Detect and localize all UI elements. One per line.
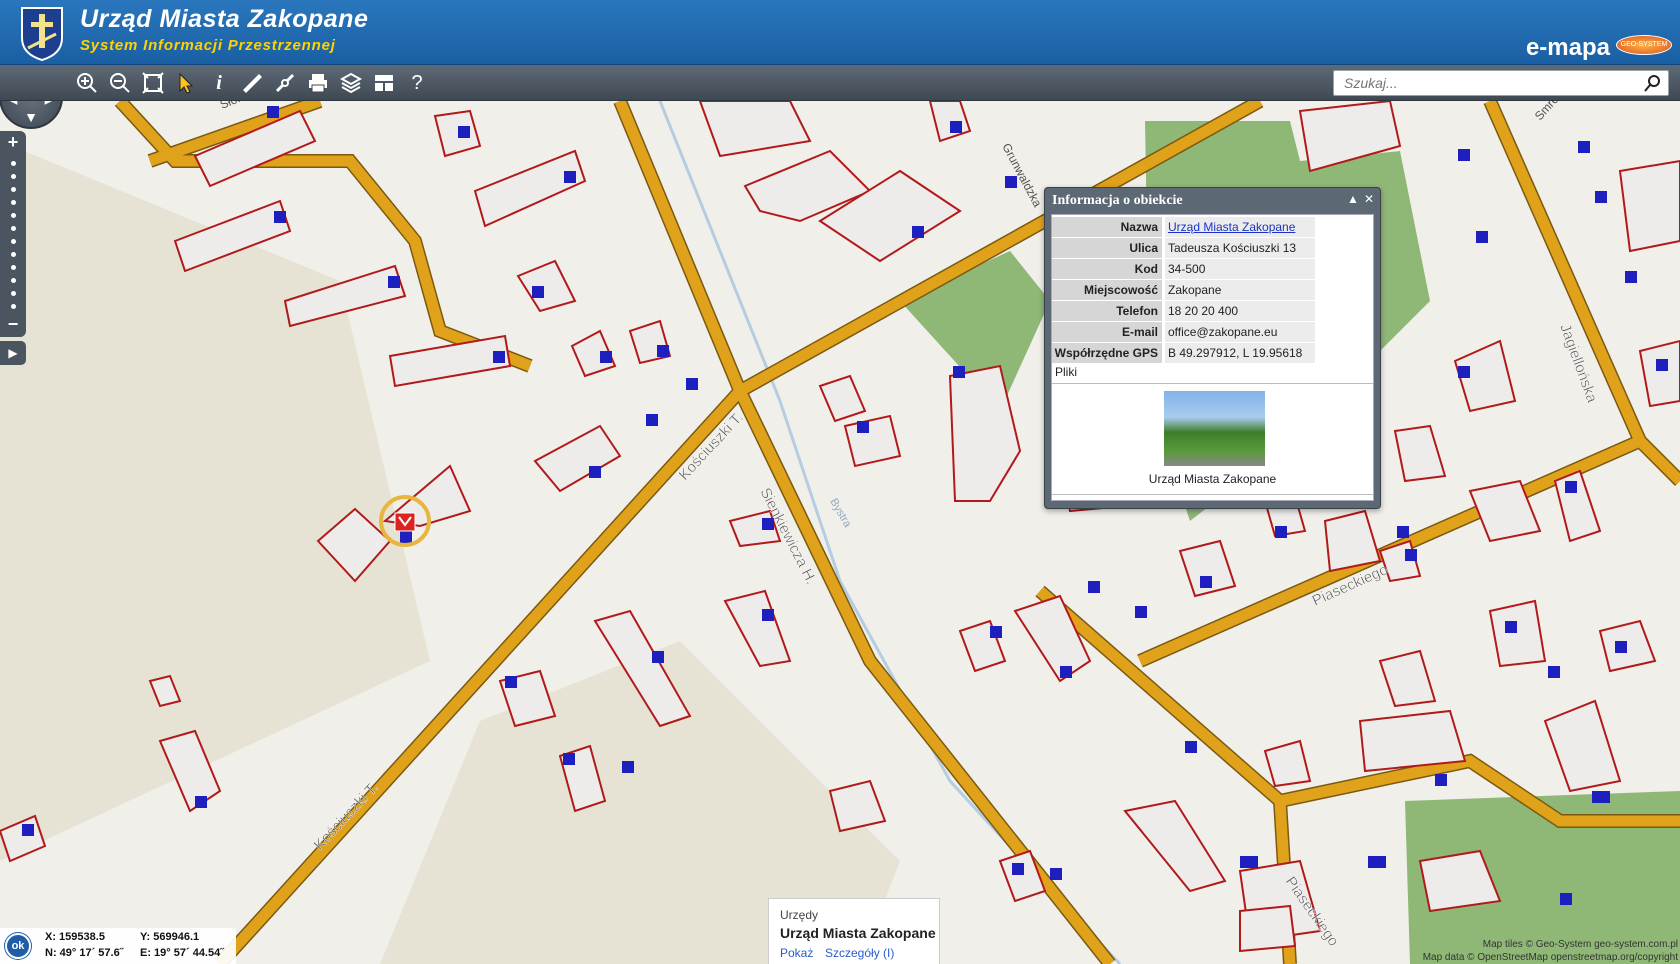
street-label: Smrekowa <box>1532 101 1581 123</box>
coord-x: X: 159538.5 <box>45 931 105 943</box>
object-info-popup: Informacja o obiekcie ▲ ✕ Nazwa Urząd Mi… <box>1044 187 1381 509</box>
divider <box>1052 494 1373 495</box>
search-input[interactable] <box>1334 71 1624 95</box>
popup-close-icon[interactable]: ✕ <box>1362 192 1376 206</box>
divider <box>1052 383 1373 384</box>
street-label: Kościuszki T. <box>310 779 381 854</box>
attr-row-email: E-mail office@zakopane.eu <box>1052 322 1315 343</box>
zoom-level-tick[interactable] <box>11 187 16 192</box>
search-icon[interactable] <box>1644 74 1662 92</box>
attr-row-street: Ulica Tadeusza Kościuszki 13 <box>1052 238 1315 259</box>
zoom-level-tick[interactable] <box>11 304 16 309</box>
attr-row-postcode: Kod 34-500 <box>1052 259 1315 280</box>
pan-down-icon[interactable]: ▼ <box>23 109 39 125</box>
coord-n: N: 49° 17´ 57.6˝ <box>45 947 124 959</box>
attr-key: Telefon <box>1052 301 1162 321</box>
attr-row-city: Miejscowość Zakopane <box>1052 280 1315 301</box>
attr-key: E-mail <box>1052 322 1162 342</box>
attr-key: Ulica <box>1052 238 1162 258</box>
app-subtitle: System Informacji Przestrzennej <box>80 37 336 54</box>
attr-value: office@zakopane.eu <box>1165 322 1315 342</box>
info-icon[interactable]: i <box>205 69 233 97</box>
map-base-layer: Kościuszki T. Kościuszki T. Sienkiewicza… <box>0 101 1680 964</box>
map-canvas[interactable]: Kościuszki T. Kościuszki T. Sienkiewicza… <box>0 101 1680 964</box>
details-link[interactable]: Szczegóły (I) <box>825 946 894 960</box>
zoom-minus-button[interactable]: − <box>4 315 22 333</box>
app-header: Urząd Miasta Zakopane System Informacji … <box>0 0 1680 65</box>
attr-key: Nazwa <box>1052 217 1162 237</box>
zoom-in-icon[interactable] <box>73 69 101 97</box>
attr-row-name: Nazwa Urząd Miasta Zakopane <box>1052 217 1315 238</box>
zoom-level-tick[interactable] <box>11 161 16 166</box>
layout-icon[interactable] <box>370 69 398 97</box>
zoom-plus-button[interactable]: + <box>4 133 22 151</box>
popup-minimize-icon[interactable]: ▲ <box>1346 192 1360 206</box>
show-link[interactable]: Pokaż <box>780 946 813 960</box>
zoom-level-tick[interactable] <box>11 239 16 244</box>
attr-row-phone: Telefon 18 20 20 400 <box>1052 301 1315 322</box>
attr-value: Urząd Miasta Zakopane <box>1165 217 1315 237</box>
photo-caption: Urząd Miasta Zakopane <box>1148 472 1277 486</box>
popup-content: Nazwa Urząd Miasta Zakopane Ulica Tadeus… <box>1051 214 1374 501</box>
coordinates-panel: ok X: 159538.5 Y: 569946.1 N: 49° 17´ 57… <box>0 928 236 964</box>
zoom-level-tick[interactable] <box>11 174 16 179</box>
attr-key: Kod <box>1052 259 1162 279</box>
attr-row-gps: Współrzędne GPS B 49.297912, L 19.95618 <box>1052 343 1315 364</box>
zoom-out-icon[interactable] <box>106 69 134 97</box>
print-icon[interactable] <box>304 69 332 97</box>
zoom-level-tick[interactable] <box>11 291 16 296</box>
attr-value: 34-500 <box>1165 259 1315 279</box>
zoom-level-tick[interactable] <box>11 278 16 283</box>
side-panel-toggle[interactable]: ▶ <box>0 341 26 365</box>
main-toolbar: i ? <box>0 65 1680 101</box>
street-label: Słoneczna <box>218 101 276 112</box>
attr-value: 18 20 20 400 <box>1165 301 1315 321</box>
help-icon[interactable]: ? <box>403 69 431 97</box>
coord-y: Y: 569946.1 <box>140 931 200 943</box>
ok-button[interactable]: ok <box>5 933 31 959</box>
stream-label: Bystra <box>827 497 853 531</box>
zoom-slider[interactable]: + − <box>0 131 26 337</box>
zoom-level-tick[interactable] <box>11 252 16 257</box>
data-attribution[interactable]: Map data © OpenStreetMap openstreetmap.o… <box>1423 952 1678 963</box>
brand-logo-text[interactable]: e-mapa <box>1526 34 1610 62</box>
pan-left-icon[interactable]: ◀ <box>4 101 20 106</box>
attr-key: Miejscowość <box>1052 280 1162 300</box>
attr-value: Zakopane <box>1165 280 1315 300</box>
street-label: Grunwaldzka <box>999 141 1044 210</box>
coord-e: E: 19° 57´ 44.54˝ <box>140 947 224 959</box>
zoom-level-tick[interactable] <box>11 265 16 270</box>
place-category: Urzędy <box>780 908 819 922</box>
zoom-level-tick[interactable] <box>11 213 16 218</box>
city-crest-icon <box>21 7 63 62</box>
search-box[interactable] <box>1333 70 1669 96</box>
measure-distance-icon[interactable] <box>238 69 266 97</box>
attr-value: Tadeusza Kościuszki 13 <box>1165 238 1315 258</box>
select-arrow-icon[interactable] <box>172 69 200 97</box>
measure-area-icon[interactable] <box>271 69 299 97</box>
pan-right-icon[interactable]: ▶ <box>42 101 58 106</box>
attr-key: Współrzędne GPS <box>1052 343 1162 363</box>
zoom-extent-icon[interactable] <box>139 69 167 97</box>
office-name-link[interactable]: Urząd Miasta Zakopane <box>1168 220 1295 234</box>
place-name: Urząd Miasta Zakopane <box>780 925 936 941</box>
zoom-level-tick[interactable] <box>11 200 16 205</box>
zoom-level-tick[interactable] <box>11 226 16 231</box>
tiles-attribution: Map tiles © Geo-System geo-system.com.pl <box>1482 939 1678 950</box>
attr-value: B 49.297912, L 19.95618 <box>1165 343 1315 363</box>
office-photo[interactable] <box>1164 391 1265 466</box>
layers-icon[interactable] <box>337 69 365 97</box>
place-card: Urzędy Urząd Miasta Zakopane Pokaż Szcze… <box>768 898 940 964</box>
geo-system-logo: GEO-SYSTEM <box>1616 35 1672 55</box>
app-title: Urząd Miasta Zakopane <box>80 5 369 33</box>
files-label: Pliki <box>1055 365 1078 379</box>
popup-title: Informacja o obiekcie <box>1052 193 1183 208</box>
